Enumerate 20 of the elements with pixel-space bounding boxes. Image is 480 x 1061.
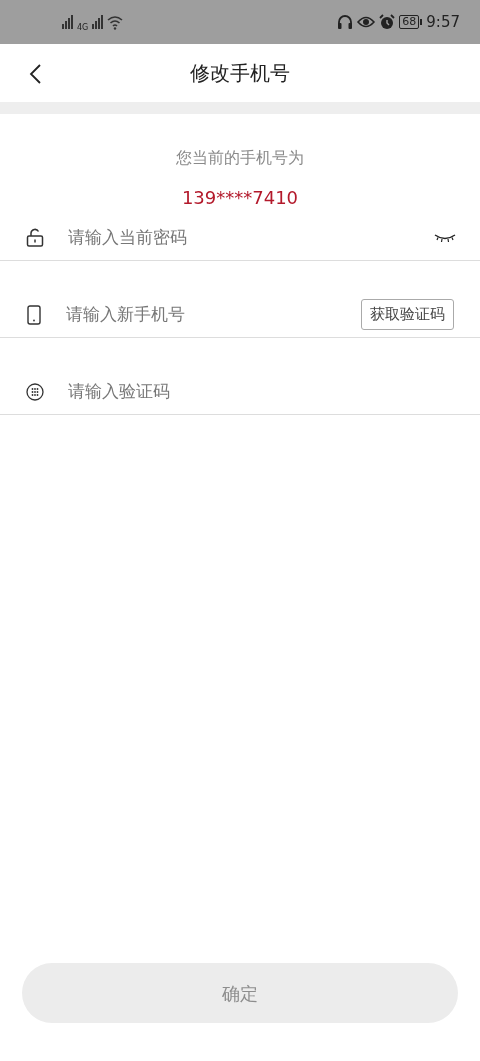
current-phone-label: 您当前的手机号为 (176, 147, 304, 169)
signal-icon (62, 15, 73, 29)
network-label: 4G (77, 22, 89, 34)
padlock-icon (26, 228, 44, 247)
eye-icon (357, 15, 376, 29)
wifi-icon (107, 14, 124, 30)
signal-icon (92, 15, 104, 29)
mobile-phone-icon (26, 304, 42, 325)
page-title: 修改手机号 (190, 60, 290, 87)
headphones-icon (337, 14, 354, 30)
input-field[interactable]: 请输入当前密码 (66, 223, 434, 252)
input-field[interactable]: 请输入新手机号 (64, 300, 361, 329)
battery-icon: 68 (399, 15, 423, 29)
alarm-icon (379, 14, 396, 30)
status-time: 9:57 (426, 11, 460, 33)
current-phone-number: 139****7410 (181, 186, 299, 210)
closed-eye-icon[interactable] (434, 232, 456, 243)
get-code-button[interactable]: 获取验证码 (361, 299, 454, 330)
input-field[interactable]: 请输入验证码 (66, 377, 456, 406)
keypad-icon (26, 382, 44, 401)
